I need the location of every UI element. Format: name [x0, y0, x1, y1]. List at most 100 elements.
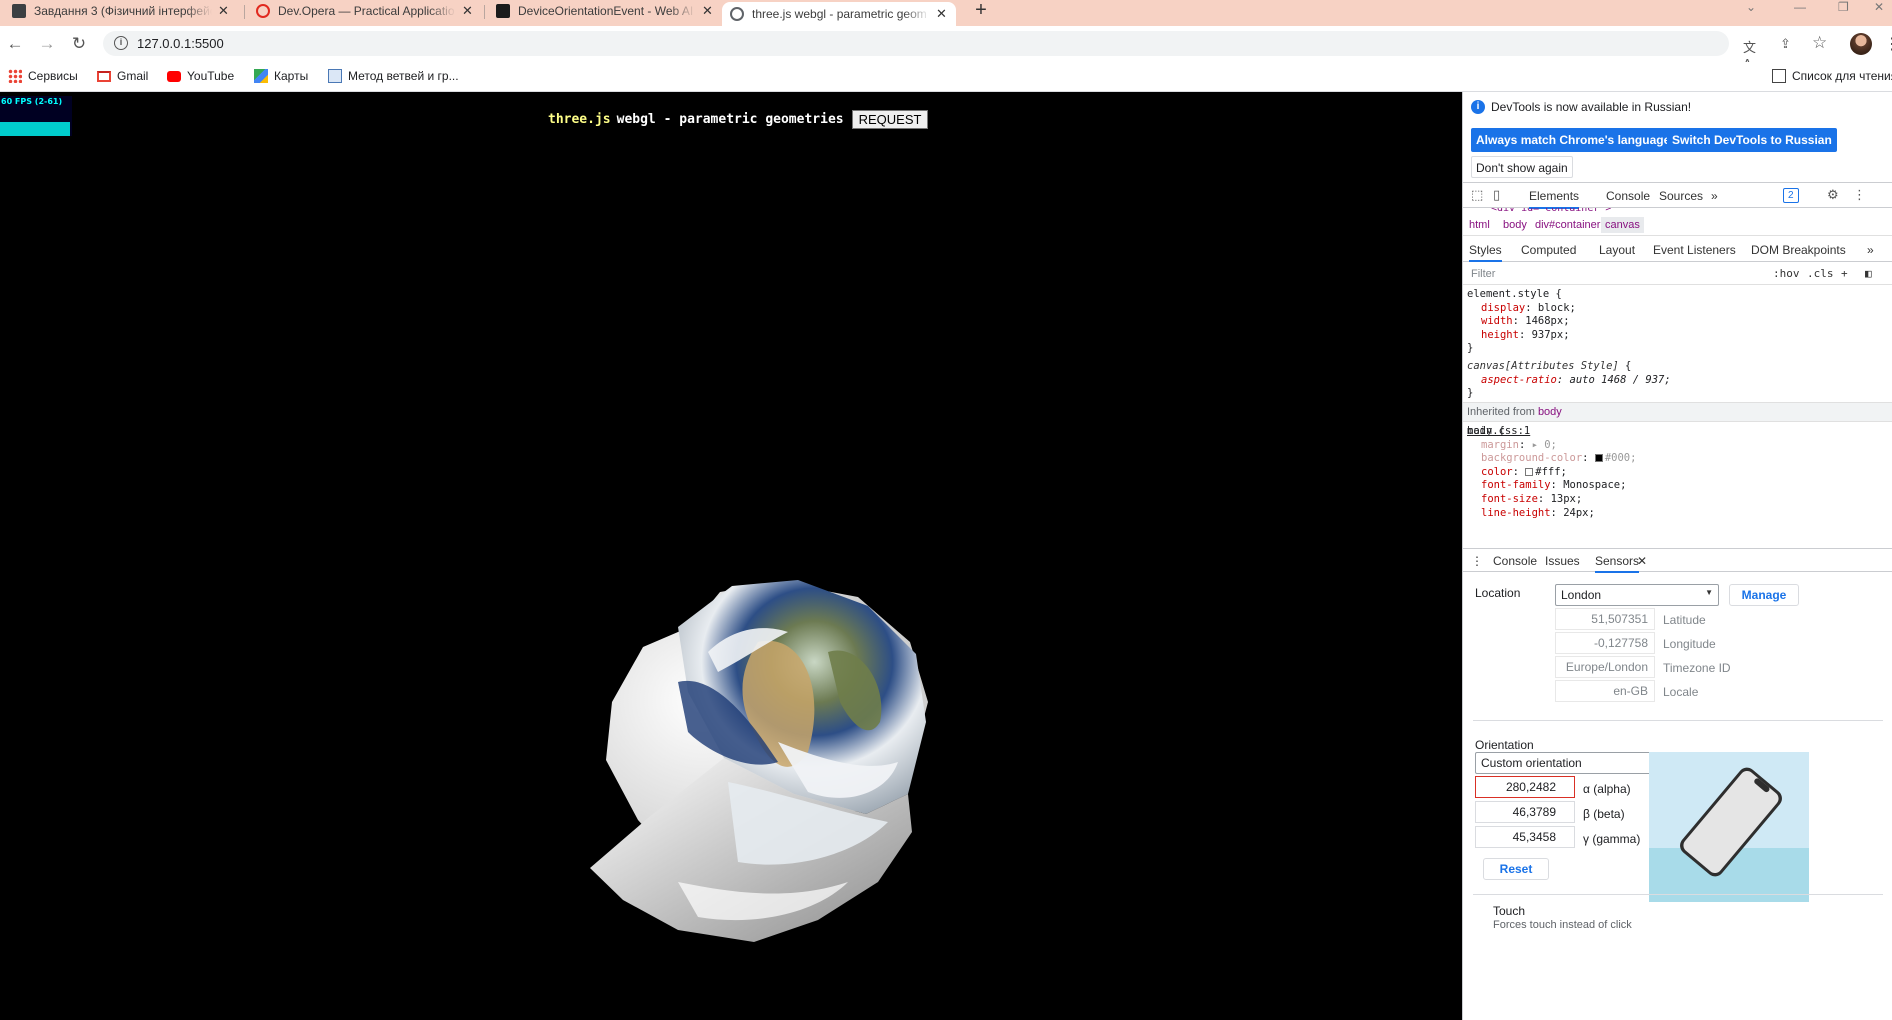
tab-task[interactable]: Завдання 3 (Фізичний інтерфейс ✕: [4, 0, 237, 22]
new-rule-button[interactable]: +: [1841, 267, 1848, 280]
cls-toggle[interactable]: .cls: [1807, 267, 1834, 280]
bookmark-branch[interactable]: Метод ветвей и гр...: [328, 69, 459, 83]
location-select[interactable]: London ▼: [1555, 584, 1719, 606]
bookmark-label: Сервисы: [28, 69, 78, 83]
timezone-field[interactable]: Europe/London: [1555, 656, 1655, 678]
crumb-canvas[interactable]: canvas: [1601, 217, 1644, 233]
orientation-preview[interactable]: [1649, 752, 1809, 902]
device-toolbar-icon[interactable]: ▯: [1493, 187, 1500, 203]
sidebar-toggle-icon[interactable]: ◧: [1865, 267, 1872, 280]
hov-toggle[interactable]: :hov: [1773, 267, 1800, 280]
url-text[interactable]: 127.0.0.1:5500: [137, 36, 224, 51]
orientation-label: Orientation: [1475, 738, 1534, 752]
webgl-canvas[interactable]: 60 FPS (2-61) three.js webgl - parametri…: [0, 92, 1462, 1020]
filter-input[interactable]: Filter: [1471, 268, 1495, 280]
new-tab-button[interactable]: +: [970, 0, 992, 22]
more-subtabs-icon[interactable]: »: [1867, 243, 1874, 257]
drawer-tab-issues[interactable]: Issues: [1545, 554, 1580, 568]
address-bar[interactable]: i 127.0.0.1:5500 文A: [103, 31, 1756, 71]
window-close-button[interactable]: ✕: [1874, 0, 1884, 16]
tab-console[interactable]: Console: [1606, 189, 1650, 203]
css-declaration[interactable]: aspect-ratio: auto 1468 / 937;: [1481, 374, 1671, 388]
color-swatch[interactable]: [1525, 467, 1534, 476]
issues-badge[interactable]: 2: [1783, 188, 1799, 203]
css-declaration[interactable]: font-family: Monospace;: [1481, 479, 1626, 493]
menu-icon[interactable]: ⋮: [1884, 34, 1892, 54]
location-value: London: [1561, 588, 1602, 602]
css-declaration[interactable]: margin: ▸ 0;: [1481, 439, 1557, 453]
css-declaration[interactable]: display: block;: [1481, 302, 1576, 316]
gear-icon[interactable]: ⚙: [1827, 187, 1839, 203]
drawer-tab-sensors[interactable]: Sensors: [1595, 554, 1640, 573]
css-declaration[interactable]: height: 937px;: [1481, 329, 1570, 343]
tab-event-listeners[interactable]: Event Listeners: [1653, 243, 1736, 257]
crumb-container[interactable]: div#container: [1535, 219, 1600, 231]
switch-russian-button[interactable]: Switch DevTools to Russian: [1667, 128, 1837, 152]
css-declaration[interactable]: line-height: 24px;: [1481, 507, 1595, 521]
more-tabs-icon[interactable]: »: [1711, 189, 1718, 203]
bookmark-apps[interactable]: Сервисы: [8, 69, 78, 83]
tab-styles[interactable]: Styles: [1469, 243, 1502, 262]
manage-button[interactable]: Manage: [1729, 584, 1799, 606]
bookmark-youtube[interactable]: YouTube: [167, 69, 234, 83]
tab-search-icon[interactable]: ⌄: [1746, 0, 1756, 16]
bookmark-label: Gmail: [117, 69, 149, 83]
reload-button[interactable]: ↻: [68, 33, 90, 55]
chevron-down-icon: ▼: [1705, 588, 1713, 597]
beta-input[interactable]: 46,3789: [1475, 801, 1575, 823]
close-icon[interactable]: ✕: [1637, 554, 1647, 568]
tab-mdn[interactable]: DeviceOrientationEvent - Web AI ✕: [488, 0, 721, 22]
threejs-link[interactable]: three.js: [548, 112, 611, 127]
restore-button[interactable]: ❐: [1838, 0, 1849, 16]
reset-button[interactable]: Reset: [1483, 858, 1549, 880]
css-declaration[interactable]: width: 1468px;: [1481, 315, 1570, 329]
match-language-button[interactable]: Always match Chrome's language: [1471, 128, 1676, 152]
close-icon[interactable]: ✕: [462, 3, 473, 19]
page-title: webgl - parametric geometries: [616, 112, 844, 127]
source-link[interactable]: main.css:1: [1467, 425, 1530, 439]
color-swatch[interactable]: [1594, 454, 1603, 463]
orientation-select[interactable]: Custom orientation ▼: [1475, 752, 1675, 774]
dont-show-again-button[interactable]: Don't show again: [1471, 156, 1573, 178]
tab-devopera[interactable]: Dev.Opera — Practical Applicatio ✕: [248, 0, 481, 22]
share-icon[interactable]: ⇪: [1780, 36, 1791, 52]
close-icon[interactable]: ✕: [218, 3, 229, 19]
latitude-field[interactable]: 51,507351: [1555, 608, 1655, 630]
tab-computed[interactable]: Computed: [1521, 243, 1576, 257]
locale-field[interactable]: en-GB: [1555, 680, 1655, 702]
maps-icon: [254, 69, 268, 83]
site-info-icon[interactable]: i: [114, 36, 128, 50]
gamma-input[interactable]: 45,3458: [1475, 826, 1575, 848]
css-declaration[interactable]: font-size: 13px;: [1481, 493, 1582, 507]
tab-layout[interactable]: Layout: [1599, 243, 1635, 257]
request-button[interactable]: REQUEST: [851, 110, 929, 129]
inspect-element-icon[interactable]: ⬚: [1471, 187, 1483, 203]
browser-toolbar: ← → ↻ i 127.0.0.1:5500 文A ⇪ ☆ ⋮: [0, 26, 1892, 71]
fps-stats-panel[interactable]: 60 FPS (2-61): [0, 96, 72, 136]
css-declaration[interactable]: color: #fff;: [1481, 466, 1567, 480]
tab-sources[interactable]: Sources: [1659, 189, 1703, 203]
bookmark-gmail[interactable]: Gmail: [97, 69, 148, 83]
forward-button[interactable]: →: [36, 33, 58, 55]
kebab-menu-icon[interactable]: ⋮: [1853, 187, 1866, 203]
alpha-input[interactable]: 280,2482: [1475, 776, 1575, 798]
css-declaration[interactable]: background-color: #000;: [1481, 452, 1636, 466]
touch-description: Forces touch instead of click: [1493, 919, 1632, 931]
avatar[interactable]: [1850, 33, 1872, 55]
back-button[interactable]: ←: [4, 33, 26, 55]
drawer-menu-icon[interactable]: ⋮: [1471, 554, 1483, 568]
longitude-field[interactable]: -0,127758: [1555, 632, 1655, 654]
reading-list[interactable]: Список для чтения: [1772, 69, 1892, 83]
star-icon[interactable]: ☆: [1812, 33, 1827, 53]
drawer-tab-console[interactable]: Console: [1493, 554, 1537, 568]
inherited-from-body[interactable]: body: [1538, 406, 1562, 418]
close-icon[interactable]: ✕: [702, 3, 713, 19]
tab-elements[interactable]: Elements: [1529, 189, 1580, 209]
minimize-button[interactable]: —: [1794, 0, 1806, 16]
crumb-html[interactable]: html: [1469, 219, 1490, 231]
tab-dom-breakpoints[interactable]: DOM Breakpoints: [1751, 243, 1846, 257]
bookmark-maps[interactable]: Карты: [254, 69, 308, 83]
close-icon[interactable]: ✕: [936, 6, 947, 22]
tab-threejs[interactable]: three.js webgl - parametric geom ✕: [722, 2, 956, 26]
crumb-body[interactable]: body: [1503, 219, 1527, 231]
